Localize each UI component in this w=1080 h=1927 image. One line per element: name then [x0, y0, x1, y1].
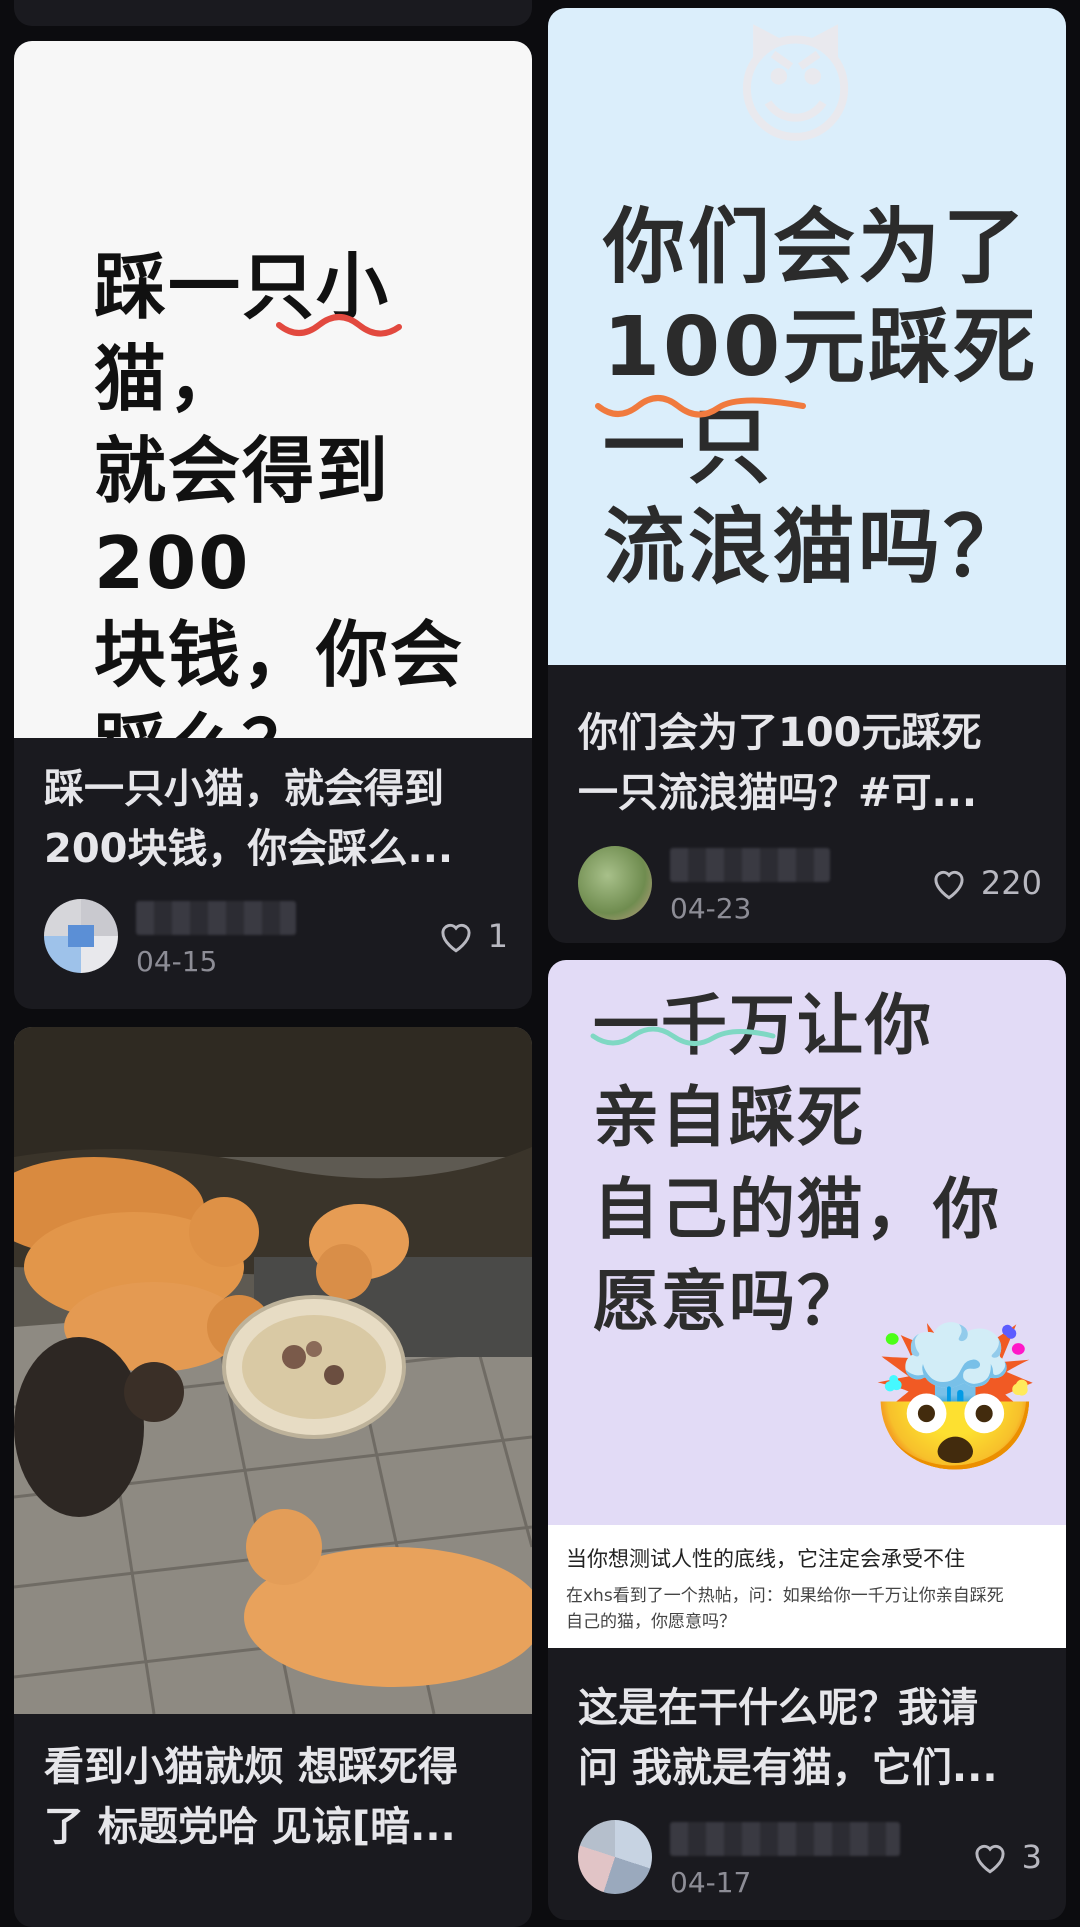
note-meta: 04-17 3	[578, 1820, 1042, 1910]
emoji-icon: 😈	[733, 22, 859, 161]
note-cover[interactable]: 一千万让你 亲自踩死 自己的猫，你 愿意吗？ 🤯	[548, 960, 1066, 1525]
heart-icon	[929, 865, 969, 901]
like-count: 1	[487, 917, 508, 955]
note-cover[interactable]: 踩一只小猫， 就会得到200 块钱，你会 踩么？	[14, 41, 532, 738]
author-name[interactable]	[670, 1822, 900, 1856]
note-title[interactable]: 看到小猫就烦 想踩死得 了 标题党哈 见谅[暗...	[44, 1737, 504, 1857]
post-date: 04-15	[136, 945, 218, 978]
note-card[interactable]: 看到小猫就烦 想踩死得 了 标题党哈 见谅[暗...	[14, 1027, 532, 1927]
like-button[interactable]: 220	[929, 864, 1042, 902]
note-title[interactable]: 你们会为了100元踩死 一只流浪猫吗？#可...	[578, 703, 1038, 823]
note-card[interactable]: 一千万让你 亲自踩死 自己的猫，你 愿意吗？ 🤯 当你想测试人性的底线，它注定会…	[548, 960, 1066, 1920]
note-card[interactable]: 踩一只小猫， 就会得到200 块钱，你会 踩么？ 踩一只小猫，就会得到 200块…	[14, 41, 532, 1009]
note-title[interactable]: 这是在干什么呢？我请 问 我就是有猫，它们...	[578, 1678, 1038, 1798]
note-feed: 踩一只小猫， 就会得到200 块钱，你会 踩么？ 踩一只小猫，就会得到 200块…	[0, 0, 1080, 1927]
like-button[interactable]: 3	[970, 1838, 1042, 1876]
note-card[interactable]: 😈 你们会为了 100元踩死 一只 流浪猫吗？ 你们会为了100元踩死 一只流浪…	[548, 8, 1066, 943]
post-date: 04-23	[670, 892, 752, 925]
post-date: 04-17	[670, 1866, 752, 1899]
like-button[interactable]: 1	[436, 917, 508, 955]
heart-icon	[436, 918, 476, 954]
exploding-head-icon: 🤯	[868, 1318, 1043, 1481]
caption-heading: 当你想测试人性的底线，它注定会承受不住	[566, 1547, 965, 1571]
cats-photo	[14, 1027, 532, 1714]
note-meta: 04-15 1	[44, 899, 508, 989]
avatar[interactable]	[44, 899, 118, 973]
note-cover[interactable]: 😈 你们会为了 100元踩死 一只 流浪猫吗？	[548, 8, 1066, 665]
avatar[interactable]	[578, 846, 652, 920]
author-name[interactable]	[136, 901, 296, 935]
note-meta: 04-23 220	[578, 846, 1042, 936]
author-name[interactable]	[670, 848, 830, 882]
previous-card-left[interactable]	[14, 0, 532, 26]
avatar[interactable]	[578, 1820, 652, 1894]
caption-text: 在xhs看到了一个热帖，问：如果给你一千万让你亲自踩死 自己的猫，你愿意吗？	[566, 1586, 1004, 1632]
underline-decoration	[590, 1026, 776, 1046]
like-count: 3	[1021, 1838, 1042, 1876]
underline-decoration	[595, 395, 806, 418]
note-title[interactable]: 踩一只小猫，就会得到 200块钱，你会踩么...	[44, 759, 504, 879]
heart-icon	[970, 1839, 1010, 1875]
underline-decoration	[276, 314, 402, 337]
like-count: 220	[980, 864, 1042, 902]
cover-caption: 当你想测试人性的底线，它注定会承受不住 在xhs看到了一个热帖，问：如果给你一千…	[548, 1525, 1066, 1648]
note-cover[interactable]	[14, 1027, 532, 1714]
